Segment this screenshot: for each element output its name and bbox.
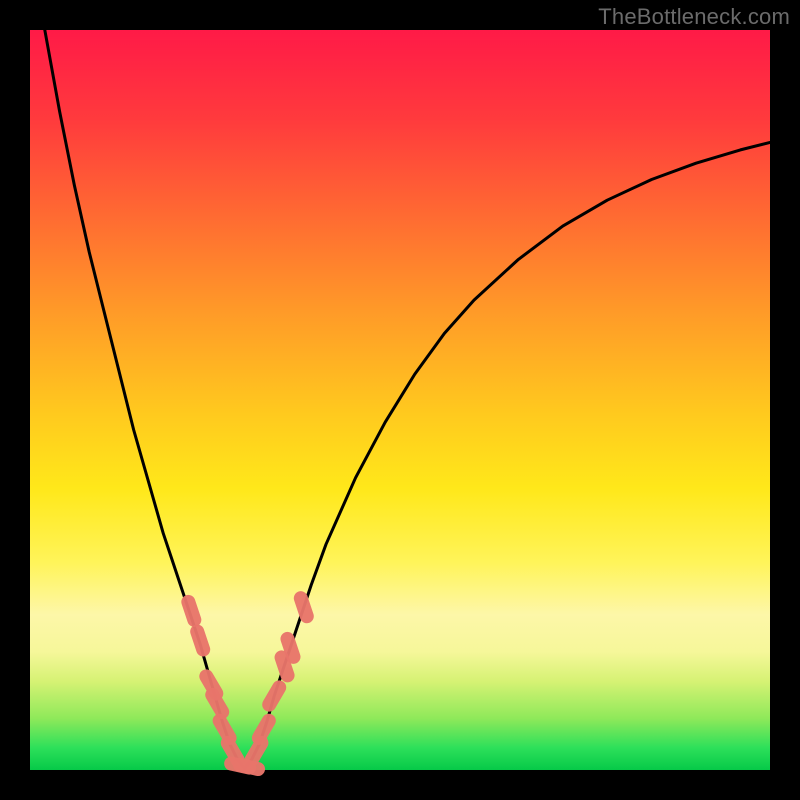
marker-point [220,721,230,738]
marker-point [259,721,269,738]
marker-layer [188,598,306,769]
curve-layer [45,30,770,769]
marker-point [188,602,194,620]
watermark-text: TheBottleneck.com [598,4,790,30]
plot-area [30,30,770,770]
marker-point [251,743,261,760]
marker-point [269,687,279,704]
series-left-curve [45,30,245,769]
marker-point [301,598,307,616]
chart-svg [30,30,770,770]
marker-point [197,632,203,650]
marker-point [212,695,222,712]
series-right-curve [245,142,770,768]
marker-point [282,657,288,675]
marker-point [287,639,293,657]
chart-stage: TheBottleneck.com [0,0,800,800]
